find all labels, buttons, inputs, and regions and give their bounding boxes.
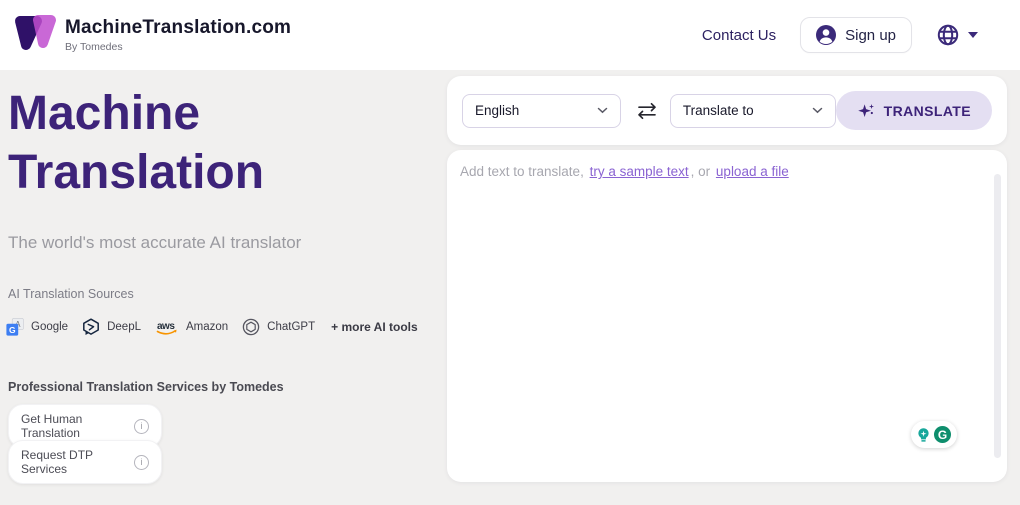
more-ai-tools-link[interactable]: + more AI tools [331,320,418,334]
button-label: Request DTP Services [21,448,93,476]
chevron-down-icon [968,32,978,38]
source-amazon: aws Amazon [155,319,228,336]
source-label: Amazon [185,321,229,333]
chevron-down-icon [812,107,823,114]
header-nav: Contact Us Sign up [702,17,978,53]
brand-logo[interactable]: MachineTranslation.com By Tomedes [10,12,291,59]
contact-us-link[interactable]: Contact Us [702,27,776,44]
ai-sources-list: A G Google DeepL aws Amazon ChatGPT + mo… [6,318,418,336]
grammarly-widget[interactable]: G [911,421,957,448]
swap-languages-button[interactable] [634,101,660,121]
translate-label: TRANSLATE [883,102,971,119]
signup-button[interactable]: Sign up [800,17,912,53]
brand-title: MachineTranslation.com [65,17,292,38]
source-deepl: DeepL [82,318,141,336]
aws-icon: aws [155,319,179,336]
chatgpt-icon [242,318,260,336]
user-avatar-icon [816,25,837,45]
page-title: Machine Translation [8,87,265,199]
source-label: DeepL [107,321,141,333]
editor-scrollbar[interactable] [994,174,1001,458]
globe-icon [936,23,960,47]
lightbulb-icon [916,427,931,443]
source-label: ChatGPT [267,321,316,333]
upload-file-link[interactable]: upload a file [716,164,789,179]
info-icon[interactable]: i [134,418,149,434]
target-language-placeholder: Translate to [682,103,754,118]
placeholder-separator: , or [690,164,711,179]
services-heading: Professional Translation Services by Tom… [8,380,284,394]
placeholder-text: Add text to translate, [460,164,584,179]
google-translate-icon: A G [6,318,24,336]
request-dtp-services-button[interactable]: Request DTP Services i [8,440,162,484]
language-selector-button[interactable] [936,19,978,51]
grammarly-g-icon: G [933,425,952,444]
chevron-down-icon [597,107,608,114]
translate-button[interactable]: TRANSLATE [835,91,992,130]
source-chatgpt: ChatGPT [242,318,315,336]
source-label: Google [31,321,69,333]
target-language-select[interactable]: Translate to [669,93,836,128]
page-subtitle: The world's most accurate AI translator [8,233,302,252]
button-label: Get Human Translation [21,412,83,440]
source-google: A G Google [6,318,68,336]
svg-text:aws: aws [157,321,175,332]
machinetranslation-logo-icon [10,12,56,59]
source-language-select[interactable]: English [462,93,621,128]
source-language-value: English [475,103,520,118]
signup-label: Sign up [845,26,896,44]
brand-subtitle: By Tomedes [65,41,123,53]
header: MachineTranslation.com By Tomedes Contac… [0,0,1020,70]
try-sample-text-link[interactable]: try a sample text [590,164,689,179]
svg-text:G: G [9,325,16,335]
translation-text-area[interactable]: Add text to translate, try a sample text… [447,150,1007,482]
info-icon[interactable]: i [134,454,149,470]
editor-placeholder: Add text to translate, try a sample text… [460,164,791,179]
ai-sources-label: AI Translation Sources [8,287,134,301]
deepl-icon [82,318,100,336]
sparkles-icon [857,101,876,120]
translator-toolbar: English Translate to TRANSLATE [447,76,1007,145]
